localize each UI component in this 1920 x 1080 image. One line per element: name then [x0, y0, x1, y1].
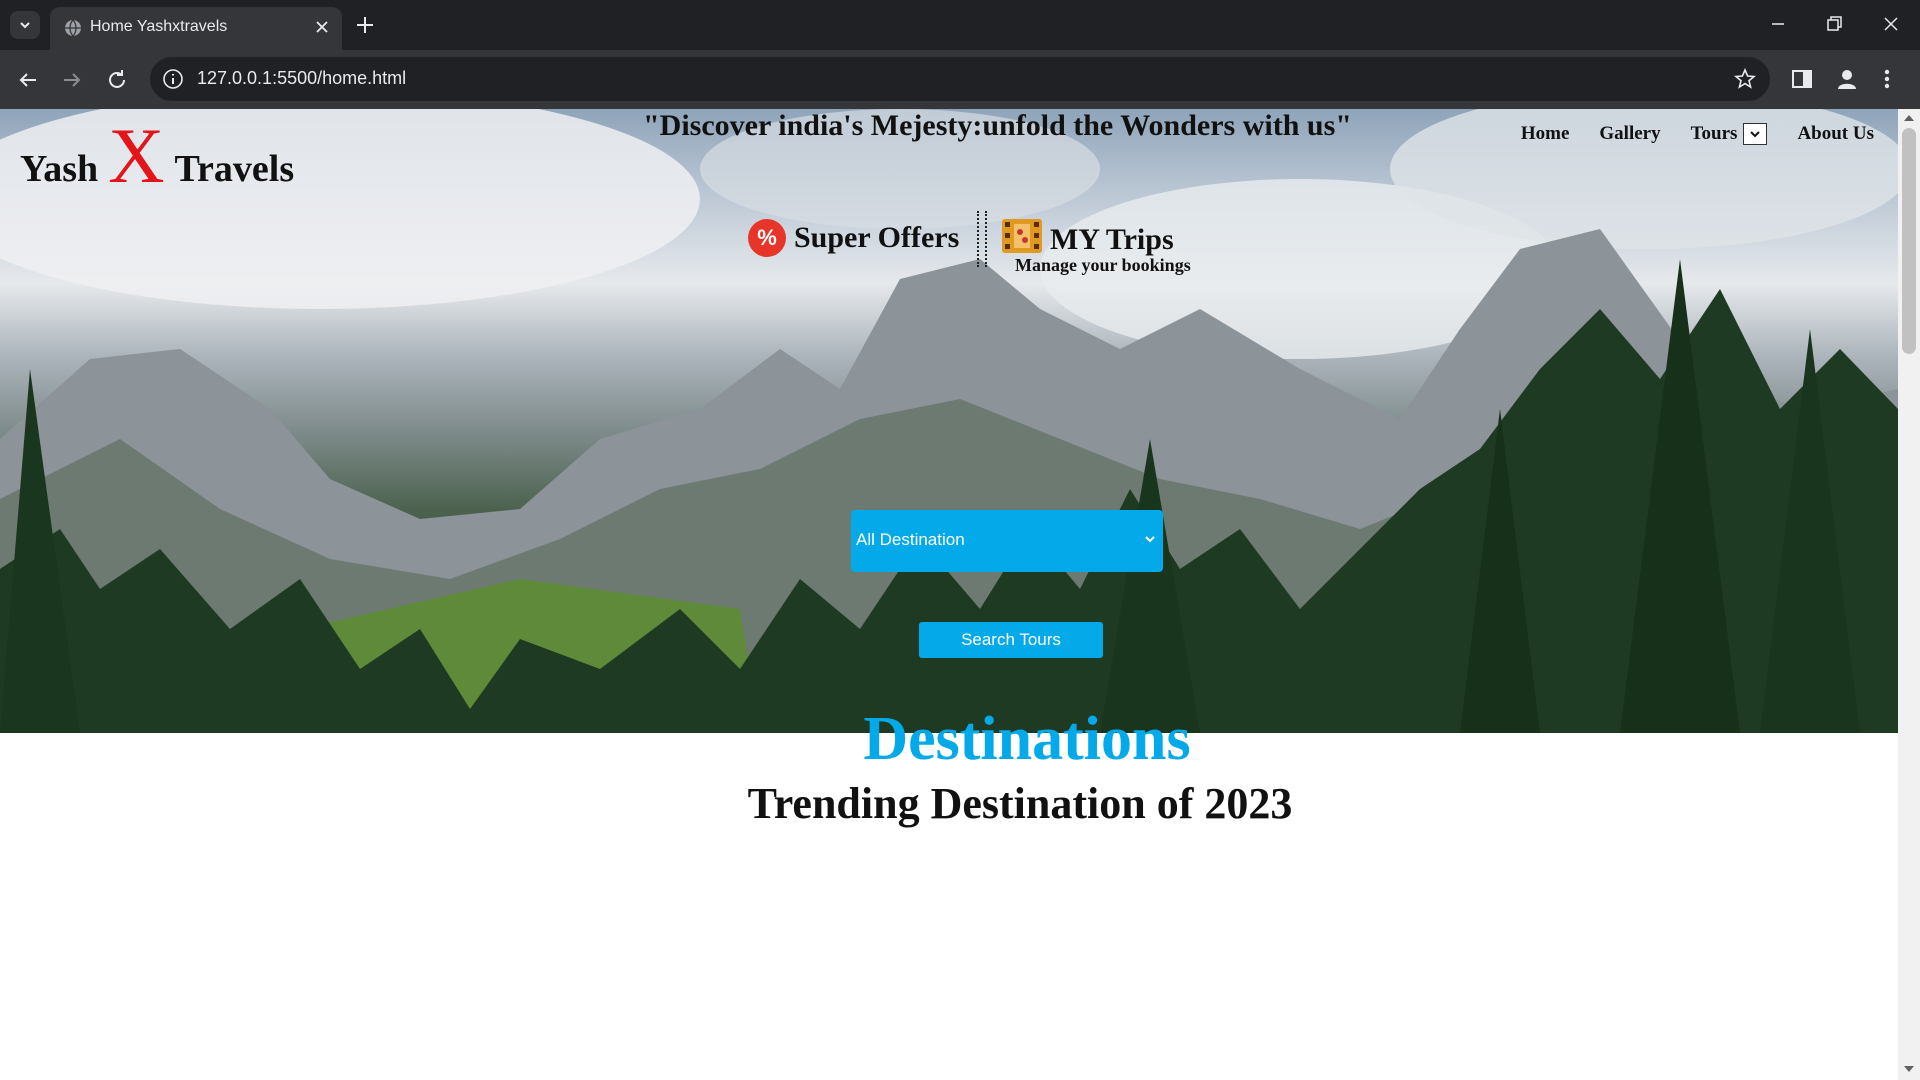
bookmark-star-icon[interactable] — [1734, 68, 1756, 90]
browser-tab[interactable]: Home Yashxtravels — [50, 7, 342, 50]
chevron-down-icon — [20, 22, 30, 29]
profile-icon[interactable] — [1835, 67, 1859, 91]
scroll-up-arrow-icon[interactable] — [1903, 113, 1915, 123]
back-arrow-icon[interactable] — [16, 68, 40, 92]
chevron-down-icon — [1750, 131, 1761, 138]
nav-home[interactable]: Home — [1521, 123, 1570, 145]
main-nav: Home Gallery Tours About Us — [1521, 123, 1874, 145]
nav-gallery[interactable]: Gallery — [1599, 123, 1660, 145]
nav-tours-label: Tours — [1690, 123, 1738, 144]
page-viewport: Yash X Travels "Discover india's Mejesty… — [0, 109, 1898, 1080]
destination-select-value: All Destination — [856, 530, 965, 549]
globe-icon — [65, 19, 81, 37]
scroll-down-arrow-icon[interactable] — [1903, 1064, 1915, 1074]
restore-icon[interactable] — [1824, 14, 1844, 34]
hero-section: Yash X Travels "Discover india's Mejesty… — [0, 109, 1898, 733]
tab-search-button[interactable] — [10, 11, 40, 39]
new-tab-icon[interactable] — [354, 14, 376, 36]
trending-destinations-subheading: Trending Destination of 2023 — [747, 779, 1293, 828]
site-info-icon[interactable] — [162, 68, 184, 90]
nav-about-us[interactable]: About Us — [1797, 123, 1874, 145]
minimize-icon[interactable] — [1768, 14, 1788, 34]
site-tagline: "Discover india's Mejesty:unfold the Won… — [643, 109, 1352, 142]
forward-arrow-icon[interactable] — [60, 68, 84, 92]
side-panel-icon[interactable] — [1790, 67, 1814, 91]
logo-word-travels: Travels — [174, 148, 295, 190]
tours-dropdown[interactable] — [1743, 123, 1768, 145]
super-offers-label: Super Offers — [794, 221, 960, 254]
site-logo[interactable]: Yash X Travels — [20, 117, 295, 195]
close-icon[interactable] — [314, 19, 330, 35]
my-trips-sublabel: Manage your bookings — [1015, 255, 1191, 275]
url-text[interactable]: 127.0.0.1:5500/home.html — [197, 68, 406, 89]
destination-select[interactable]: All Destination — [851, 510, 1163, 572]
my-trips-label: MY Trips — [1050, 223, 1174, 256]
super-offers-link[interactable]: % Super Offers — [748, 219, 959, 257]
window-close-icon[interactable] — [1881, 14, 1901, 34]
offers-trips-divider — [977, 211, 987, 267]
film-icon — [1002, 219, 1042, 253]
more-menu-icon[interactable] — [1882, 67, 1892, 91]
browser-toolbar: 127.0.0.1:5500/home.html — [0, 50, 1920, 109]
browser-tabstrip: Home Yashxtravels — [0, 0, 1920, 50]
destinations-heading: Destinations — [863, 705, 1191, 773]
search-tours-button[interactable]: Search Tours — [919, 622, 1103, 658]
logo-x-mark: X — [108, 112, 165, 199]
nav-tours[interactable]: Tours — [1691, 123, 1768, 145]
address-bar[interactable]: 127.0.0.1:5500/home.html — [150, 57, 1770, 101]
chevron-down-icon — [1145, 536, 1155, 543]
reload-icon[interactable] — [105, 68, 129, 92]
logo-word-yash: Yash — [20, 148, 99, 190]
scrollbar-thumb[interactable] — [1902, 128, 1916, 354]
percent-icon: % — [748, 219, 786, 257]
tab-title: Home Yashxtravels — [90, 18, 228, 35]
